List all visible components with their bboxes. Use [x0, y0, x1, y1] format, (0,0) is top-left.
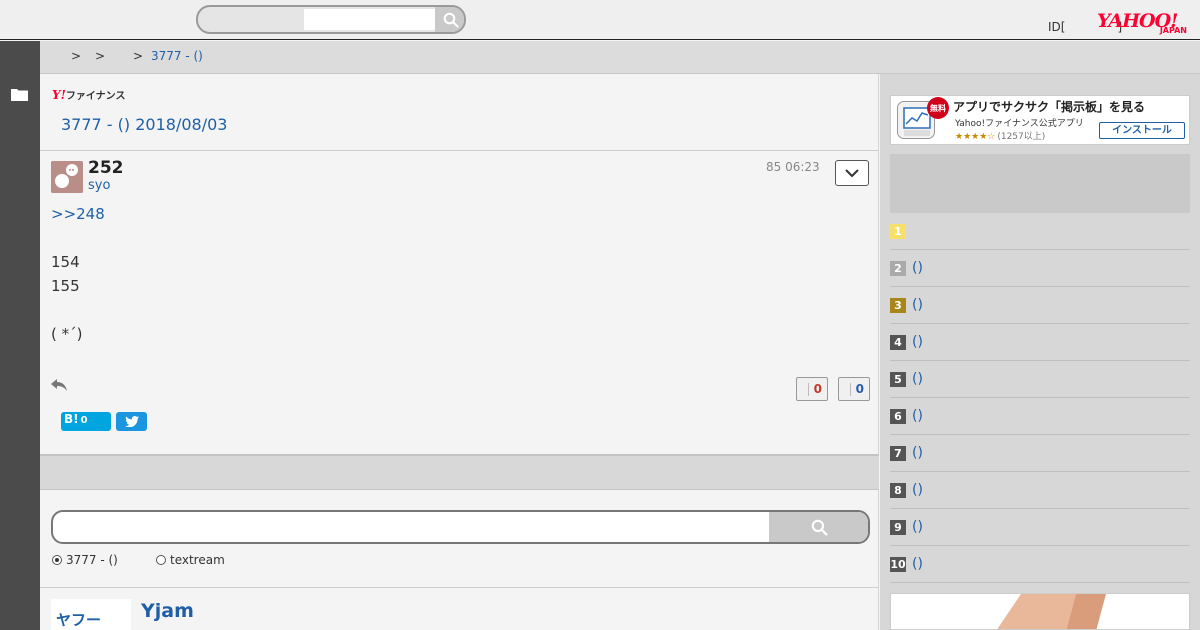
hatena-bookmark-icon: B!: [64, 412, 79, 426]
yahoo-japan-logo[interactable]: YAHOO! JAPAN: [1097, 10, 1189, 36]
divider: [40, 150, 879, 151]
header-search-button[interactable]: [435, 7, 464, 32]
board-search-button[interactable]: [769, 512, 868, 542]
breadcrumb-separator: >: [71, 49, 82, 63]
dislike-count: 0: [855, 382, 864, 396]
hatena-bookmark-count: 0: [80, 415, 88, 426]
ranking-item-label[interactable]: (): [912, 482, 923, 498]
breadcrumb-separator: >: [133, 49, 144, 63]
post-menu-button[interactable]: [835, 160, 869, 186]
install-button[interactable]: インストール: [1099, 122, 1185, 139]
ranking-item[interactable]: 4 (): [890, 324, 1190, 361]
header-search-box: [196, 5, 466, 34]
twitter-share-button[interactable]: [116, 412, 147, 431]
breadcrumb-separator: >: [95, 49, 106, 63]
post-body-line: 154: [51, 253, 80, 271]
search-icon: [443, 12, 459, 28]
breadcrumb-current[interactable]: 3777 - (): [151, 49, 203, 63]
avatar-image: [51, 161, 83, 193]
ranking-item-label[interactable]: (): [912, 334, 923, 350]
page-title[interactable]: 3777 - () 2018/08/03: [61, 115, 227, 134]
user-id-label: ID[: [1048, 20, 1066, 34]
rank-badge: 8: [890, 483, 906, 498]
ranking-item[interactable]: 10 (): [890, 546, 1190, 583]
reply-anchor-link[interactable]: >>248: [51, 205, 105, 223]
ranking-item-label[interactable]: (): [912, 297, 923, 313]
ranking-item-label[interactable]: (): [912, 371, 923, 387]
ranking-item-label[interactable]: (): [912, 445, 923, 461]
section-separator-band: [40, 454, 879, 490]
post-username[interactable]: syo: [88, 178, 110, 193]
radio-checked-icon: [52, 555, 62, 565]
folder-icon[interactable]: [11, 88, 28, 101]
ranking-item[interactable]: 2 (): [890, 250, 1190, 287]
app-promo-banner[interactable]: 無料 アプリでサクサク「掲示板」を見る Yahoo!ファイナンス公式アプリ ★★…: [890, 95, 1190, 145]
rank-badge: 7: [890, 446, 906, 461]
search-scope-board-radio[interactable]: 3777 - (): [52, 553, 118, 567]
ranking-item[interactable]: 1: [890, 213, 1190, 250]
main-content: Y!ファイナンス 3777 - () 2018/08/03 252 syo 85…: [40, 74, 879, 630]
avatar[interactable]: [51, 161, 83, 193]
dislike-button[interactable]: 0: [838, 377, 870, 401]
hatena-bookmark-button[interactable]: B! 0: [61, 412, 111, 431]
chevron-down-icon: [845, 168, 859, 177]
post-timestamp: 85 06:23: [766, 160, 820, 174]
header-search-input[interactable]: [304, 9, 435, 30]
like-count: 0: [813, 382, 822, 396]
search-scope-board-label: 3777 - (): [66, 553, 118, 567]
radio-unchecked-icon: [156, 555, 166, 565]
board-search-input[interactable]: [61, 516, 761, 538]
ranking-item[interactable]: 9 (): [890, 509, 1190, 546]
post-number[interactable]: 252: [88, 158, 124, 178]
twitter-icon: [124, 416, 139, 427]
yjam-title[interactable]: Yjam: [141, 600, 194, 622]
rank-badge: 9: [890, 520, 906, 535]
yjam-thumbnail[interactable]: ヤフー: [51, 599, 131, 630]
ranking-item-label[interactable]: (): [912, 519, 923, 535]
ranking-item[interactable]: 6 (): [890, 398, 1190, 435]
finance-logo-text: ファイナンス: [65, 91, 126, 102]
divider: [40, 587, 879, 588]
app-promo-subtitle: Yahoo!ファイナンス公式アプリ: [955, 119, 1084, 129]
app-promo-headline: アプリでサクサク「掲示板」を見る: [953, 100, 1146, 114]
ranking-item[interactable]: 5 (): [890, 361, 1190, 398]
rank-badge: 2: [890, 261, 906, 276]
rank-badge: 5: [890, 372, 906, 387]
search-scope-textream-radio[interactable]: textream: [156, 553, 225, 567]
top-header: ID[] YAHOO! JAPAN: [0, 0, 1200, 40]
yjam-thumbnail-text: ヤフー: [56, 611, 102, 629]
promo-illustration: [997, 594, 1106, 629]
rank-badge: 6: [890, 409, 906, 424]
rank-badge: 3: [890, 298, 906, 313]
right-sidebar: 無料 アプリでサクサク「掲示板」を見る Yahoo!ファイナンス公式アプリ ★★…: [880, 74, 1200, 630]
finance-logo-mark: Y!: [52, 88, 66, 102]
rating-stars-icon: ★★★★☆: [955, 132, 996, 142]
breadcrumb: > > > 3777 - (): [40, 41, 1200, 74]
finance-logo[interactable]: Y!ファイナンス: [52, 87, 125, 102]
ranking-item[interactable]: 8 (): [890, 472, 1190, 509]
ranking-item-label[interactable]: (): [912, 556, 923, 572]
promo-image[interactable]: [890, 593, 1190, 630]
search-scope-textream-label: textream: [170, 553, 225, 567]
post-body-line: ( *´): [51, 325, 83, 343]
ranking-item[interactable]: 3 (): [890, 287, 1190, 324]
free-badge: 無料: [927, 97, 949, 119]
app-rating: ★★★★☆ (1257以上): [955, 129, 1045, 142]
rank-badge: 1: [890, 224, 906, 239]
yahoo-logo-subtext: JAPAN: [1159, 26, 1187, 35]
post-body-line: 155: [51, 277, 80, 295]
ad-placeholder: [890, 154, 1190, 213]
rating-count: (1257以上): [997, 132, 1046, 142]
rank-badge: 4: [890, 335, 906, 350]
reply-icon[interactable]: [50, 377, 68, 393]
ranking-item-label[interactable]: (): [912, 260, 923, 276]
board-search-box: [51, 510, 870, 544]
ranking-item[interactable]: 7 (): [890, 435, 1190, 472]
left-rail: [0, 41, 40, 630]
rank-badge: 10: [890, 557, 906, 572]
like-button[interactable]: 0: [796, 377, 828, 401]
ranking-item-label[interactable]: (): [912, 408, 923, 424]
search-icon: [811, 519, 828, 536]
